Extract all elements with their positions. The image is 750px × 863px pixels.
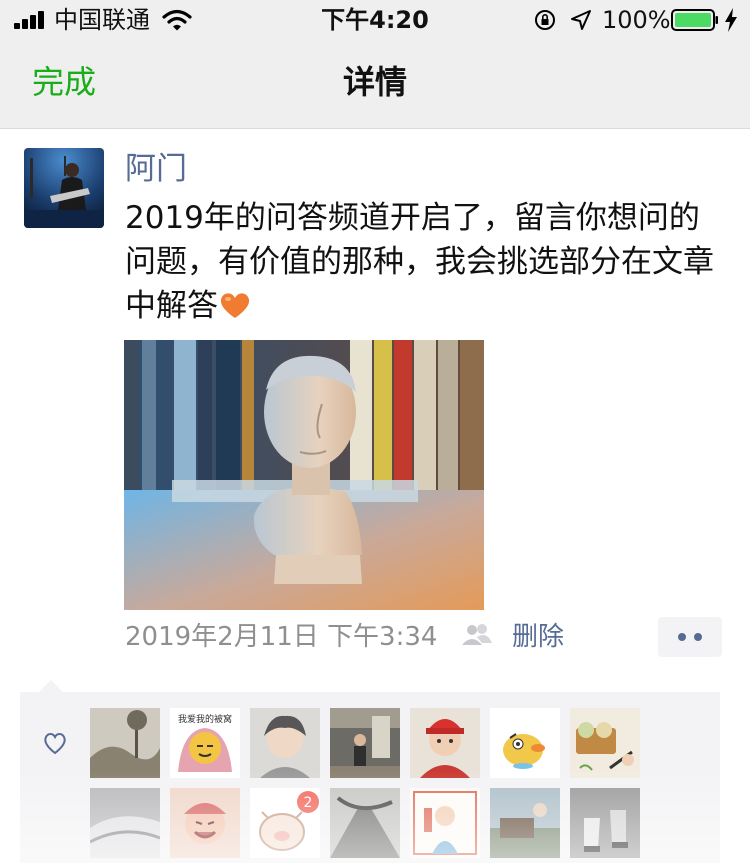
orientation-lock-icon <box>535 10 555 30</box>
liker-avatar-11[interactable] <box>330 788 400 858</box>
battery-icon <box>671 9 718 31</box>
liker-avatar-12[interactable] <box>410 788 480 858</box>
dot-icon <box>694 633 702 641</box>
liker-avatar-14[interactable] <box>570 788 640 858</box>
liker-avatar-5[interactable] <box>410 708 480 778</box>
liker-avatar-9[interactable] <box>170 788 240 858</box>
badge-count: 2 <box>304 795 313 811</box>
post-text: 2019年的问答频道开启了，留言你想问的问题，有价值的那种，我会挑选部分在文章中… <box>125 196 725 328</box>
post-text-content: 2019年的问答频道开启了，留言你想问的问题，有价值的那种，我会挑选部分在文章中… <box>125 200 714 324</box>
navigation-bar: 完成 详情 <box>0 40 750 129</box>
charging-icon <box>725 8 737 32</box>
liker-avatar-13[interactable] <box>490 788 560 858</box>
liker-avatar-4[interactable] <box>330 708 400 778</box>
liker-avatar-6[interactable] <box>490 708 560 778</box>
status-bar: 中国联通 下午4:20 100% <box>0 0 750 40</box>
author-avatar[interactable] <box>24 148 104 228</box>
friends-visibility-icon[interactable] <box>460 623 494 649</box>
liker-avatar-2[interactable]: 我爱我的被窝 <box>170 708 240 778</box>
liker-avatar-8[interactable] <box>90 788 160 858</box>
post-timestamp: 2019年2月11日 下午3:34 <box>125 622 438 652</box>
post-photo[interactable] <box>124 340 484 610</box>
more-actions-button[interactable] <box>658 617 722 657</box>
like-heart-icon <box>44 733 66 755</box>
liker-avatar-10[interactable]: 2 <box>250 788 320 858</box>
liker-avatar-3[interactable] <box>250 708 320 778</box>
page-title: 详情 <box>342 63 407 101</box>
liker-avatar-7[interactable] <box>570 708 640 778</box>
liker-avatar-1[interactable] <box>90 708 160 778</box>
sticker-caption: 我爱我的被窝 <box>178 713 232 725</box>
author-name[interactable]: 阿门 <box>125 149 187 189</box>
location-icon <box>571 10 591 30</box>
orange-heart-emoji-icon <box>220 293 250 318</box>
battery-percentage: 100% <box>602 6 671 34</box>
delete-button[interactable]: 删除 <box>512 620 564 654</box>
dot-icon <box>678 633 686 641</box>
